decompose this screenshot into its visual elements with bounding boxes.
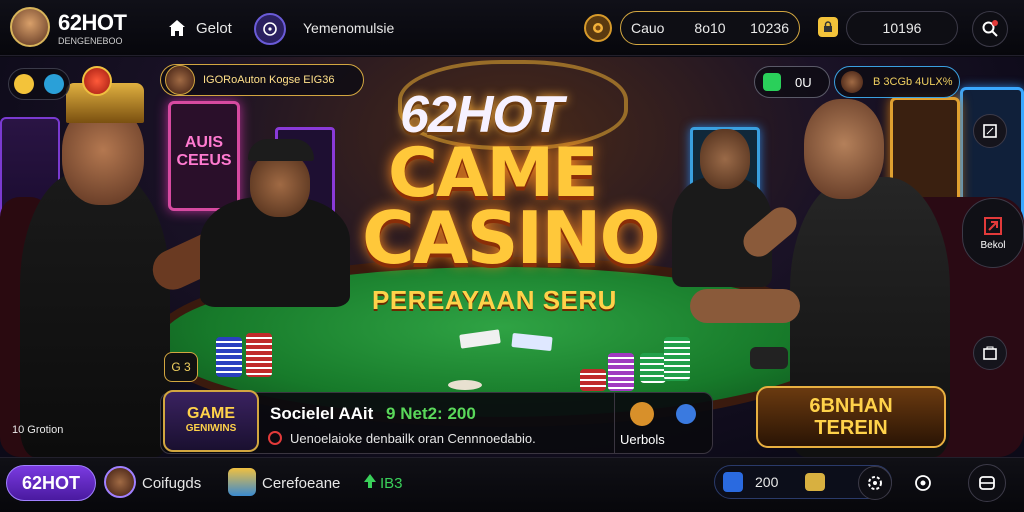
quick-toggle-pill[interactable] — [8, 68, 70, 100]
corner-caption: 10 Grotion — [12, 424, 64, 436]
footer-item1-label[interactable]: Coifugds — [142, 475, 201, 492]
gift-icon[interactable] — [228, 468, 256, 496]
alert-icon — [268, 431, 282, 445]
currency-icon — [593, 23, 603, 33]
wallet-value-a: 8o10 — [694, 20, 726, 36]
up-arrow-icon — [364, 474, 376, 488]
footer-counter-value: 200 — [755, 474, 779, 490]
side-menu-button[interactable] — [973, 114, 1007, 148]
chip — [448, 380, 482, 390]
support-icon — [915, 475, 931, 491]
nav-home-label[interactable]: Gelot — [196, 20, 232, 37]
gem-icon — [763, 73, 781, 91]
player-left — [20, 172, 170, 457]
gear-icon — [868, 476, 882, 490]
nav-promo-label[interactable]: Yemenomulsie — [303, 20, 394, 36]
gem-counter-value: 0U — [795, 74, 812, 90]
chip-stack — [608, 353, 634, 391]
chip-stack — [664, 337, 690, 381]
shield-icon[interactable] — [630, 402, 654, 426]
banner-divider — [614, 392, 615, 454]
menu-icon — [979, 476, 995, 490]
home-brand-button[interactable]: 62HOT — [6, 465, 96, 501]
neon-sign: AUIS CEEUS — [168, 101, 240, 211]
wallet-coin-button[interactable] — [584, 14, 612, 42]
chip-stack — [216, 337, 242, 377]
footer-item3-label[interactable]: IB3 — [380, 475, 403, 492]
wallet-value-b: 10236 — [750, 20, 789, 36]
brand-logo-text[interactable]: 62HOT — [58, 10, 127, 36]
player-right-head — [804, 99, 884, 199]
gem-counter-pill[interactable]: 0U — [754, 66, 830, 98]
promo-nav-button[interactable] — [254, 13, 286, 45]
settings-button[interactable] — [858, 466, 892, 500]
chip-tray — [750, 347, 788, 369]
wallet-currency-label: Cauo — [631, 20, 665, 36]
profile-avatar[interactable] — [104, 466, 136, 498]
chip-stack — [246, 333, 272, 377]
side-action-button[interactable]: Bekol — [962, 198, 1024, 268]
frame-icon — [983, 124, 997, 138]
player-right-arm — [690, 289, 800, 323]
chip-stack — [580, 369, 606, 391]
support-button[interactable] — [906, 466, 940, 500]
bonus-badge-line2: TEREIN — [814, 417, 888, 439]
player-center-left-head — [250, 152, 310, 217]
table-chip-button[interactable]: G 3 — [164, 352, 198, 382]
game-badge[interactable]: GAME GENIWINS — [163, 390, 259, 452]
gear-badge-icon[interactable] — [82, 66, 112, 96]
hero-subtitle: PEREAYAAN SERU — [372, 285, 617, 315]
chip-stack — [640, 353, 666, 383]
promo-headline-text: Socielel AAit — [270, 404, 374, 423]
hero-title-line2: CASINO — [362, 196, 661, 280]
player-info-pill[interactable]: IGORoAuton Kogse EIG36 — [160, 64, 364, 96]
player-info-text: IGORoAuton Kogse EIG36 — [203, 74, 335, 86]
coin-bag-icon — [805, 473, 825, 491]
side-action-label: Bekol — [980, 239, 1006, 251]
wallet-pill[interactable]: Cauo 8o10 10236 — [620, 11, 800, 45]
game-badge-line1: GAME — [187, 405, 235, 422]
ticket-icon — [723, 472, 743, 492]
chat-icon[interactable] — [44, 74, 64, 94]
brand-avatar[interactable] — [10, 7, 50, 47]
user-stats-text: B 3CGb 4ULX% — [873, 76, 953, 88]
coin-icon — [263, 22, 277, 36]
user-stats-pill[interactable]: B 3CGb 4ULX% — [834, 66, 960, 98]
bonus-badge[interactable]: 6BNHAN TEREIN — [756, 386, 946, 448]
brand-subtitle: DENGENEBOO — [58, 36, 123, 46]
game-badge-line2: GENIWINS — [185, 423, 237, 434]
player-center-right-head — [700, 129, 750, 189]
promo-action-label[interactable]: Uerbols — [620, 432, 665, 447]
user-avatar — [841, 71, 863, 93]
bonus-badge-line1: 6BNHAN — [809, 395, 893, 417]
neon-sign-text: AUIS CEEUS — [176, 134, 232, 169]
promo-headline: Socielel AAit 9 Net2: 200 — [270, 404, 476, 424]
footer-item2-label[interactable]: Cerefoeane — [262, 475, 340, 492]
promo-description: Uenoelaioke denbailk oran Cennnoedabio. — [290, 431, 536, 446]
search-icon — [982, 20, 998, 37]
search-button[interactable] — [972, 11, 1008, 47]
lock-icon[interactable] — [818, 17, 838, 37]
bolt-icon[interactable] — [14, 74, 34, 94]
promo-headline-accent: 9 Net2: 200 — [386, 404, 476, 423]
menu-button[interactable] — [968, 464, 1006, 502]
side-wallet-button[interactable] — [973, 336, 1007, 370]
home-icon[interactable] — [167, 18, 187, 38]
player-avatar — [165, 65, 195, 95]
wallet-icon — [983, 346, 997, 360]
info-icon[interactable] — [676, 404, 696, 424]
balance-pill[interactable]: 10196 — [846, 11, 958, 45]
play-icon — [984, 216, 1002, 235]
cap-icon — [248, 139, 314, 161]
